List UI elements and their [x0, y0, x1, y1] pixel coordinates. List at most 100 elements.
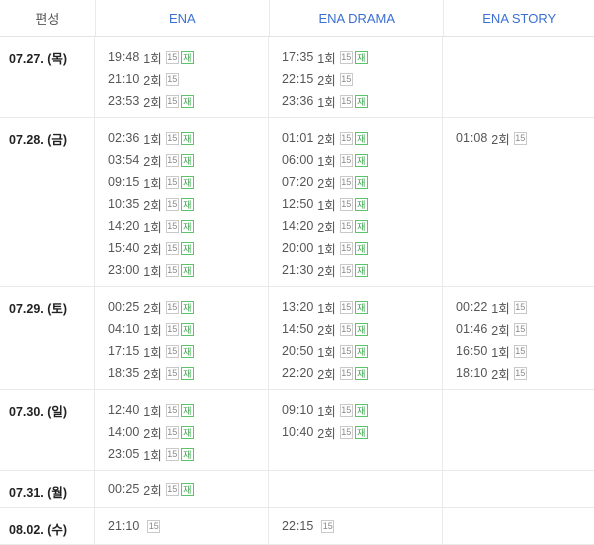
rerun-badge: 재 — [354, 197, 368, 211]
schedule-cell: 01:08 2회 15 — [443, 118, 593, 286]
schedule-date: 07.29. (토) — [0, 287, 95, 389]
airing-slot: 03:54 2회 15 재 — [108, 149, 268, 171]
airing-slot: 09:10 1회 15 재 — [282, 399, 442, 421]
airing-slot: 22:15 2회 15 — [282, 68, 442, 90]
rerun-badge: 재 — [180, 131, 194, 145]
channel-header-ena-drama[interactable]: ENA DRAMA — [270, 0, 445, 36]
rerun-badge: 재 — [180, 403, 194, 417]
airing-slot: 21:10 15 — [108, 515, 268, 537]
airing-time: 14:50 — [282, 322, 314, 336]
age-rating-badge: 15 — [339, 72, 353, 86]
schedule-body: 07.27. (목) 19:48 1회 15 재 21:10 2회 15 23:53 2회 15 재 1… — [0, 37, 594, 545]
age-rating-badge: 15 — [339, 322, 353, 336]
airing-time: 14:20 — [108, 219, 140, 233]
channel-header-ena[interactable]: ENA — [96, 0, 271, 36]
airing-time: 00:25 — [108, 482, 140, 496]
episode-number: 1회 — [317, 154, 336, 169]
age-rating-badge: 15 — [339, 175, 353, 189]
airing-slot: 02:36 1회 15 재 — [108, 127, 268, 149]
age-rating-badge: 15 — [165, 153, 179, 167]
age-rating-badge: 15 — [165, 263, 179, 277]
airing-time: 00:25 — [108, 300, 140, 314]
rerun-badge: 재 — [180, 482, 194, 496]
airing-slot: 10:35 2회 15 재 — [108, 193, 268, 215]
schedule-row: 07.31. (월) 00:25 2회 15 재 — [0, 471, 594, 508]
episode-number: 2회 — [491, 132, 510, 147]
schedule-cell: 00:22 1회 15 01:46 2회 15 16:50 1회 15 18:10 2회 15 — [443, 287, 593, 389]
airing-slot: 23:36 1회 15 재 — [282, 90, 442, 112]
age-rating-badge: 15 — [339, 131, 353, 145]
age-rating-badge: 15 — [165, 72, 179, 86]
schedule-column-title: 편성 — [0, 0, 96, 36]
schedule-date: 07.28. (금) — [0, 118, 95, 286]
episode-number: 2회 — [143, 198, 162, 213]
airing-slot: 23:53 2회 15 재 — [108, 90, 268, 112]
airing-time: 10:40 — [282, 425, 314, 439]
airing-time: 01:01 — [282, 131, 314, 145]
airing-time: 23:36 — [282, 94, 314, 108]
rerun-badge: 재 — [354, 175, 368, 189]
rerun-badge: 재 — [354, 50, 368, 64]
age-rating-badge: 15 — [165, 403, 179, 417]
schedule-date: 07.30. (일) — [0, 390, 95, 470]
airing-time: 09:15 — [108, 175, 140, 189]
episode-number: 1회 — [143, 345, 162, 360]
airing-slot: 00:25 2회 15 재 — [108, 478, 268, 500]
airing-time: 14:20 — [282, 219, 314, 233]
airing-time: 17:15 — [108, 344, 140, 358]
episode-number: 2회 — [317, 73, 336, 88]
rerun-badge: 재 — [180, 153, 194, 167]
episode-number: 1회 — [317, 51, 336, 66]
rerun-badge: 재 — [180, 322, 194, 336]
episode-number: 2회 — [491, 367, 510, 382]
rerun-badge: 재 — [354, 300, 368, 314]
airing-slot: 01:01 2회 15 재 — [282, 127, 442, 149]
schedule-cell: 19:48 1회 15 재 21:10 2회 15 23:53 2회 15 재 — [95, 37, 269, 117]
airing-time: 01:08 — [456, 131, 488, 145]
age-rating-badge: 15 — [339, 50, 353, 64]
airing-slot: 18:10 2회 15 — [456, 362, 593, 384]
age-rating-badge: 15 — [165, 300, 179, 314]
airing-time: 22:20 — [282, 366, 314, 380]
schedule-cell: 21:10 15 — [95, 508, 269, 544]
age-rating-badge: 15 — [339, 300, 353, 314]
airing-slot: 23:05 1회 15 재 — [108, 443, 268, 465]
age-rating-badge: 15 — [513, 344, 527, 358]
age-rating-badge: 15 — [165, 425, 179, 439]
airing-time: 17:35 — [282, 50, 314, 64]
airing-slot: 16:50 1회 15 — [456, 340, 593, 362]
episode-number: 2회 — [143, 154, 162, 169]
age-rating-badge: 15 — [165, 344, 179, 358]
episode-number: 2회 — [491, 323, 510, 338]
airing-time: 09:10 — [282, 403, 314, 417]
airing-slot: 06:00 1회 15 재 — [282, 149, 442, 171]
airing-slot: 15:40 2회 15 재 — [108, 237, 268, 259]
episode-number: 2회 — [143, 95, 162, 110]
schedule-row: 07.29. (토) 00:25 2회 15 재 04:10 1회 15 재 17:15 1회 15 재… — [0, 287, 594, 390]
age-rating-badge: 15 — [165, 241, 179, 255]
airing-time: 14:00 — [108, 425, 140, 439]
airing-slot: 23:00 1회 15 재 — [108, 259, 268, 281]
rerun-badge: 재 — [354, 366, 368, 380]
channel-header-ena-story[interactable]: ENA STORY — [444, 0, 594, 36]
schedule-cell: 00:25 2회 15 재 — [95, 471, 269, 507]
age-rating-badge: 15 — [165, 322, 179, 336]
age-rating-badge: 15 — [165, 94, 179, 108]
episode-number: 1회 — [317, 404, 336, 419]
airing-time: 04:10 — [108, 322, 140, 336]
schedule-cell — [443, 390, 593, 470]
airing-time: 10:35 — [108, 197, 140, 211]
airing-slot: 14:50 2회 15 재 — [282, 318, 442, 340]
schedule-cell: 09:10 1회 15 재 10:40 2회 15 재 — [269, 390, 443, 470]
rerun-badge: 재 — [354, 131, 368, 145]
schedule-row: 08.02. (수) 21:10 15 22:15 15 — [0, 508, 594, 545]
airing-slot: 17:15 1회 15 재 — [108, 340, 268, 362]
episode-number: 1회 — [143, 220, 162, 235]
airing-slot: 12:50 1회 15 재 — [282, 193, 442, 215]
airing-time: 20:00 — [282, 241, 314, 255]
airing-slot: 20:00 1회 15 재 — [282, 237, 442, 259]
age-rating-badge: 15 — [165, 447, 179, 461]
airing-slot: 01:08 2회 15 — [456, 127, 593, 149]
airing-time: 03:54 — [108, 153, 140, 167]
airing-slot: 14:20 1회 15 재 — [108, 215, 268, 237]
